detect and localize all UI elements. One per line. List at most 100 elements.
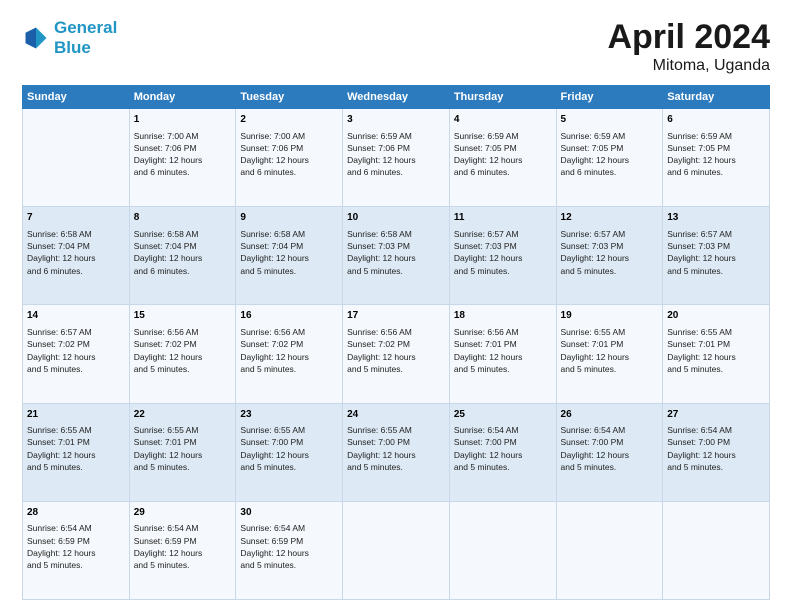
calendar-cell: 12 Sunrise: 6:57 AMSunset: 7:03 PMDayligh… [556,207,663,305]
calendar-cell: 17Sunrise: 6:56 AMSunset: 7:02 PMDayligh… [343,305,450,403]
day-info: Sunrise: 6:54 AMSunset: 6:59 PMDaylight:… [240,522,338,571]
day-number: 14 [27,309,125,324]
calendar-cell: 25Sunrise: 6:54 AMSunset: 7:00 PMDayligh… [449,403,556,501]
day-number: 21 [27,408,125,423]
calendar-cell [556,501,663,599]
calendar-cell: 24Sunrise: 6:55 AMSunset: 7:00 PMDayligh… [343,403,450,501]
day-number: 26 [561,408,659,423]
page: General Blue April 2024 Mitoma, Uganda S… [0,0,792,612]
calendar-cell: 11 Sunrise: 6:57 AMSunset: 7:03 PMDayligh… [449,207,556,305]
day-number: 22 [134,408,232,423]
week-row-1: 1Sunrise: 7:00 AMSunset: 7:06 PMDaylight… [23,109,770,207]
day-number: 11 [454,211,552,226]
calendar-cell: 27Sunrise: 6:54 AMSunset: 7:00 PMDayligh… [663,403,770,501]
calendar-cell: 15Sunrise: 6:56 AMSunset: 7:02 PMDayligh… [129,305,236,403]
day-info: Sunrise: 6:57 AMSunset: 7:03 PMDaylight:… [561,228,659,277]
calendar-cell: 22Sunrise: 6:55 AMSunset: 7:01 PMDayligh… [129,403,236,501]
logo-general: General [54,18,117,37]
logo: General Blue [22,18,117,57]
day-number: 12 [561,211,659,226]
calendar-table: Sunday Monday Tuesday Wednesday Thursday… [22,85,770,600]
day-number: 18 [454,309,552,324]
calendar-cell: 3Sunrise: 6:59 AMSunset: 7:06 PMDaylight… [343,109,450,207]
day-number: 29 [134,506,232,521]
day-number: 23 [240,408,338,423]
day-info: Sunrise: 6:59 AMSunset: 7:05 PMDaylight:… [561,130,659,179]
logo-text: General Blue [54,18,117,57]
calendar-cell: 9 Sunrise: 6:58 AMSunset: 7:04 PMDaylight… [236,207,343,305]
header-row: Sunday Monday Tuesday Wednesday Thursday… [23,86,770,109]
day-number: 16 [240,309,338,324]
day-info: Sunrise: 6:59 AMSunset: 7:05 PMDaylight:… [454,130,552,179]
day-info: Sunrise: 6:54 AMSunset: 7:00 PMDaylight:… [454,424,552,473]
day-info: Sunrise: 6:59 AMSunset: 7:05 PMDaylight:… [667,130,765,179]
week-row-4: 21Sunrise: 6:55 AMSunset: 7:01 PMDayligh… [23,403,770,501]
day-info: Sunrise: 6:58 AMSunset: 7:04 PMDaylight:… [240,228,338,277]
day-info: Sunrise: 7:00 AMSunset: 7:06 PMDaylight:… [240,130,338,179]
day-info: Sunrise: 6:54 AMSunset: 6:59 PMDaylight:… [27,522,125,571]
calendar-cell: 14 Sunrise: 6:57 AMSunset: 7:02 PMDayligh… [23,305,130,403]
col-tuesday: Tuesday [236,86,343,109]
calendar-cell [343,501,450,599]
day-info: Sunrise: 7:00 AMSunset: 7:06 PMDaylight:… [134,130,232,179]
day-info: Sunrise: 6:56 AMSunset: 7:02 PMDaylight:… [240,326,338,375]
day-number: 2 [240,113,338,128]
week-row-2: 7 Sunrise: 6:58 AMSunset: 7:04 PMDaylight… [23,207,770,305]
calendar-cell: 28Sunrise: 6:54 AMSunset: 6:59 PMDayligh… [23,501,130,599]
day-info: Sunrise: 6:54 AMSunset: 6:59 PMDaylight:… [134,522,232,571]
day-info: Sunrise: 6:54 AMSunset: 7:00 PMDaylight:… [667,424,765,473]
day-info: Sunrise: 6:59 AMSunset: 7:06 PMDaylight:… [347,130,445,179]
day-info: Sunrise: 6:55 AMSunset: 7:01 PMDaylight:… [561,326,659,375]
day-info: Sunrise: 6:57 AMSunset: 7:03 PMDaylight:… [667,228,765,277]
week-row-3: 14 Sunrise: 6:57 AMSunset: 7:02 PMDayligh… [23,305,770,403]
day-number: 5 [561,113,659,128]
calendar-cell: 7 Sunrise: 6:58 AMSunset: 7:04 PMDaylight… [23,207,130,305]
calendar-cell: 1Sunrise: 7:00 AMSunset: 7:06 PMDaylight… [129,109,236,207]
calendar-cell [663,501,770,599]
col-saturday: Saturday [663,86,770,109]
day-number: 6 [667,113,765,128]
day-info: Sunrise: 6:56 AMSunset: 7:02 PMDaylight:… [347,326,445,375]
day-info: Sunrise: 6:55 AMSunset: 7:01 PMDaylight:… [667,326,765,375]
day-number: 4 [454,113,552,128]
calendar-cell: 5 Sunrise: 6:59 AMSunset: 7:05 PMDaylight… [556,109,663,207]
day-number: 30 [240,506,338,521]
calendar-cell: 13 Sunrise: 6:57 AMSunset: 7:03 PMDayligh… [663,207,770,305]
col-monday: Monday [129,86,236,109]
day-info: Sunrise: 6:58 AMSunset: 7:04 PMDaylight:… [27,228,125,277]
logo-icon [22,24,50,52]
title-block: April 2024 Mitoma, Uganda [607,18,770,75]
day-number: 13 [667,211,765,226]
day-number: 15 [134,309,232,324]
calendar-cell: 21Sunrise: 6:55 AMSunset: 7:01 PMDayligh… [23,403,130,501]
calendar-cell: 6 Sunrise: 6:59 AMSunset: 7:05 PMDaylight… [663,109,770,207]
day-number: 8 [134,211,232,226]
day-info: Sunrise: 6:55 AMSunset: 7:00 PMDaylight:… [347,424,445,473]
calendar-cell [23,109,130,207]
day-info: Sunrise: 6:55 AMSunset: 7:01 PMDaylight:… [134,424,232,473]
day-number: 20 [667,309,765,324]
week-row-5: 28Sunrise: 6:54 AMSunset: 6:59 PMDayligh… [23,501,770,599]
col-sunday: Sunday [23,86,130,109]
day-info: Sunrise: 6:57 AMSunset: 7:02 PMDaylight:… [27,326,125,375]
day-info: Sunrise: 6:58 AMSunset: 7:04 PMDaylight:… [134,228,232,277]
calendar-cell: 4 Sunrise: 6:59 AMSunset: 7:05 PMDaylight… [449,109,556,207]
col-friday: Friday [556,86,663,109]
day-number: 27 [667,408,765,423]
day-number: 28 [27,506,125,521]
col-thursday: Thursday [449,86,556,109]
calendar-cell: 2 Sunrise: 7:00 AMSunset: 7:06 PMDaylight… [236,109,343,207]
calendar-cell: 8 Sunrise: 6:58 AMSunset: 7:04 PMDaylight… [129,207,236,305]
calendar-cell: 18Sunrise: 6:56 AMSunset: 7:01 PMDayligh… [449,305,556,403]
day-info: Sunrise: 6:54 AMSunset: 7:00 PMDaylight:… [561,424,659,473]
day-info: Sunrise: 6:55 AMSunset: 7:01 PMDaylight:… [27,424,125,473]
header: General Blue April 2024 Mitoma, Uganda [22,18,770,75]
day-number: 7 [27,211,125,226]
calendar-cell: 20 Sunrise: 6:55 AMSunset: 7:01 PMDayligh… [663,305,770,403]
day-info: Sunrise: 6:57 AMSunset: 7:03 PMDaylight:… [454,228,552,277]
day-number: 9 [240,211,338,226]
day-info: Sunrise: 6:55 AMSunset: 7:00 PMDaylight:… [240,424,338,473]
day-number: 19 [561,309,659,324]
day-info: Sunrise: 6:58 AMSunset: 7:03 PMDaylight:… [347,228,445,277]
day-number: 25 [454,408,552,423]
